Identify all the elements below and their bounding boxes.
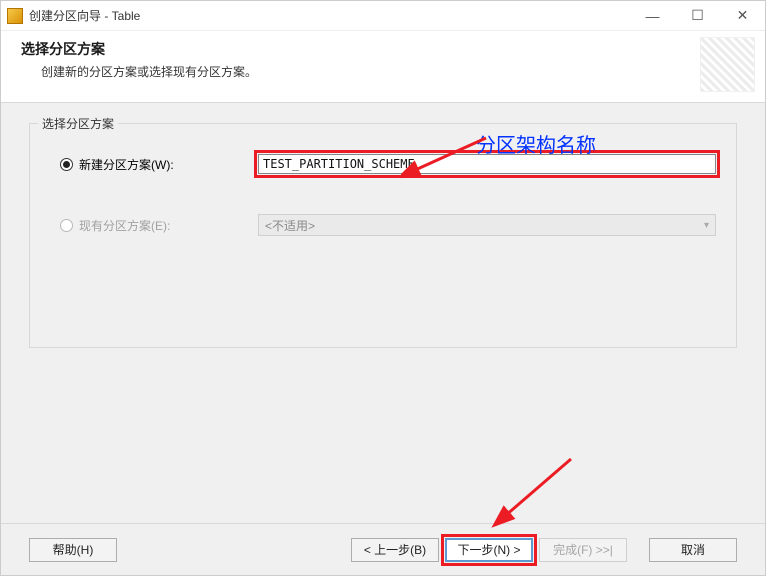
- header: 选择分区方案 创建新的分区方案或选择现有分区方案。: [1, 31, 765, 103]
- wizard-icon: [700, 37, 755, 92]
- titlebar-left: 创建分区向导 - Table: [1, 7, 140, 24]
- new-scheme-row: 新建分区方案(W):: [50, 154, 716, 174]
- cancel-button[interactable]: 取消: [649, 538, 737, 562]
- existing-scheme-label: 现有分区方案(E):: [79, 217, 170, 234]
- annotation-label: 分区架构名称: [476, 129, 596, 158]
- back-button[interactable]: < 上一步(B): [351, 538, 439, 562]
- app-icon: [7, 8, 23, 24]
- existing-scheme-row: 现有分区方案(E): <不适用> ▾: [50, 214, 716, 236]
- new-scheme-radio[interactable]: 新建分区方案(W):: [50, 156, 250, 173]
- titlebar: 创建分区向导 - Table — ☐ ✕: [1, 1, 765, 31]
- next-button[interactable]: 下一步(N) >: [445, 538, 533, 562]
- footer-right: < 上一步(B) 下一步(N) > 完成(F) >>| 取消: [351, 538, 737, 562]
- window-title: 创建分区向导 - Table: [29, 7, 140, 24]
- header-text: 选择分区方案 创建新的分区方案或选择现有分区方案。: [11, 37, 257, 80]
- scheme-fieldset: 选择分区方案 新建分区方案(W): 现有分区方案(E): <不适用> ▾: [29, 123, 737, 348]
- new-scheme-label: 新建分区方案(W):: [79, 156, 174, 173]
- close-button[interactable]: ✕: [720, 1, 765, 30]
- body-area: 选择分区方案 新建分区方案(W): 现有分区方案(E): <不适用> ▾: [1, 103, 765, 523]
- help-button[interactable]: 帮助(H): [29, 538, 117, 562]
- finish-button: 完成(F) >>|: [539, 538, 627, 562]
- chevron-down-icon: ▾: [704, 220, 709, 231]
- minimize-button[interactable]: —: [630, 1, 675, 30]
- wizard-window: 创建分区向导 - Table — ☐ ✕ 选择分区方案 创建新的分区方案或选择现…: [0, 0, 766, 576]
- fieldset-legend: 选择分区方案: [38, 115, 118, 132]
- radio-icon: [60, 219, 73, 232]
- radio-icon: [60, 158, 73, 171]
- page-subtitle: 创建新的分区方案或选择现有分区方案。: [41, 63, 257, 80]
- page-title: 选择分区方案: [21, 39, 257, 59]
- footer: 帮助(H) < 上一步(B) 下一步(N) > 完成(F) >>| 取消: [1, 523, 765, 575]
- existing-scheme-radio: 现有分区方案(E):: [50, 217, 250, 234]
- maximize-button[interactable]: ☐: [675, 1, 720, 30]
- existing-scheme-dropdown: <不适用> ▾: [258, 214, 716, 236]
- existing-scheme-dropdown-text: <不适用>: [265, 217, 315, 234]
- window-controls: — ☐ ✕: [630, 1, 765, 30]
